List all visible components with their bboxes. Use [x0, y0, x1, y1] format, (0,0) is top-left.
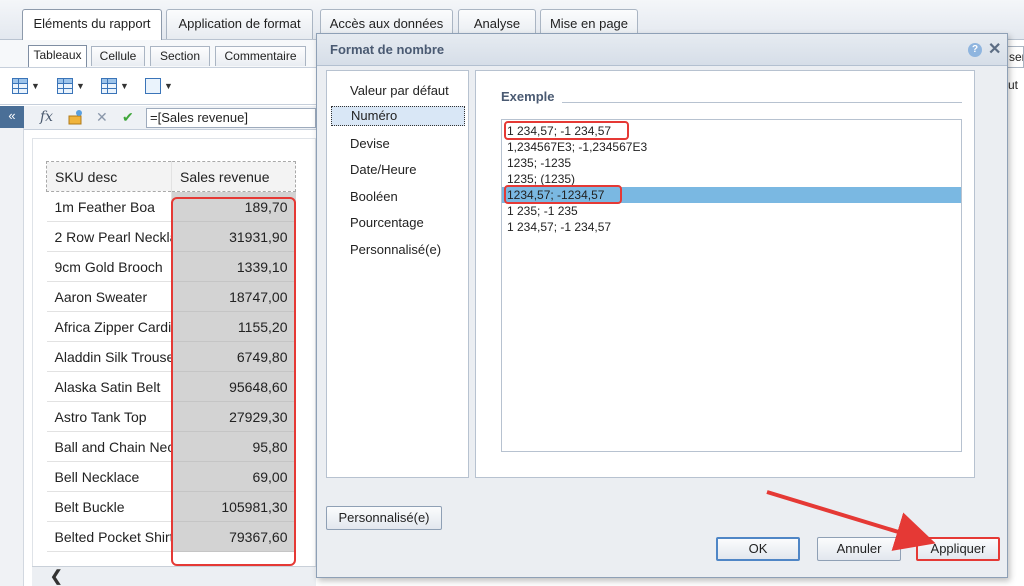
sku-cell[interactable]: Alaska Satin Belt: [46, 371, 172, 402]
table-row: Belted Pocket Shirt 79367,60: [46, 521, 296, 552]
dialog-titlebar[interactable]: Format de nombre ? ✕: [317, 34, 1007, 66]
horizontal-scrollbar[interactable]: ❮: [32, 566, 316, 586]
cancel-button[interactable]: Annuler: [817, 537, 901, 561]
sub-tabbar: Tableaux Cellule Section Commentaire: [0, 40, 316, 67]
revenue-cell[interactable]: 69,00: [171, 461, 296, 492]
column-header-sku[interactable]: SKU desc: [46, 161, 172, 192]
chevron-down-icon: ▼: [120, 81, 129, 91]
subtab-section[interactable]: Section: [150, 46, 210, 66]
table-icon: [12, 78, 28, 94]
custom-format-button[interactable]: Personnalisé(e): [326, 506, 442, 530]
category-boolean[interactable]: Booléen: [350, 189, 398, 204]
report-table: SKU desc Sales revenue 1m Feather Boa 189…: [46, 161, 296, 552]
sku-cell[interactable]: Bell Necklace: [46, 461, 172, 492]
fx-icon[interactable]: fx: [40, 109, 53, 125]
revenue-cell[interactable]: 1339,10: [171, 251, 296, 282]
format-option[interactable]: 1235; -1235: [502, 155, 961, 171]
category-currency[interactable]: Devise: [350, 136, 390, 151]
report-canvas: SKU desc Sales revenue 1m Feather Boa 189…: [32, 138, 316, 568]
form-icon: [145, 78, 161, 94]
table-row: Astro Tank Top 27929,30: [46, 401, 296, 432]
dialog-title: Format de nombre: [330, 42, 445, 57]
table-row: Belt Buckle 105981,30: [46, 491, 296, 522]
format-option[interactable]: 1 234,57; -1 234,57: [502, 219, 961, 235]
category-percentage[interactable]: Pourcentage: [350, 215, 424, 230]
sku-cell[interactable]: Belted Pocket Shirt: [46, 521, 172, 552]
table-toolbar: ▼ ▼ ▼ ▼: [0, 67, 316, 105]
vertical-table-icon: [57, 78, 73, 94]
sku-cell[interactable]: 1m Feather Boa: [46, 191, 172, 222]
table-icon-dropdown[interactable]: ▼: [12, 76, 40, 96]
revenue-cell[interactable]: 1155,20: [171, 311, 296, 342]
left-gutter: [0, 128, 24, 586]
cancel-formula-icon[interactable]: ✕: [96, 109, 108, 126]
tab-report-elements[interactable]: Eléments du rapport: [22, 9, 162, 41]
category-list: Valeur par défaut Numéro Devise Date/Heu…: [326, 70, 469, 478]
sku-cell[interactable]: Africa Zipper Cardigan: [46, 311, 172, 342]
column-header-sales-revenue[interactable]: Sales revenue: [171, 161, 296, 192]
format-option[interactable]: 1,234567E3; -1,234567E3: [502, 139, 961, 155]
revenue-cell[interactable]: 189,70: [171, 191, 296, 222]
subtab-cell[interactable]: Cellule: [91, 46, 145, 66]
chevron-down-icon: ▼: [31, 81, 40, 91]
table-row: 2 Row Pearl Necklace31931,90: [46, 221, 296, 252]
format-option[interactable]: 1 235; -1 235: [502, 203, 961, 219]
sku-cell[interactable]: 2 Row Pearl Necklace: [46, 221, 172, 252]
chevron-down-icon: ▼: [76, 81, 85, 91]
help-icon[interactable]: ?: [968, 43, 982, 57]
sample-divider: [562, 102, 962, 103]
crosstab-icon: [101, 78, 117, 94]
table-row: Aladdin Silk Trousers6749,80: [46, 341, 296, 372]
revenue-cell[interactable]: 31931,90: [171, 221, 296, 252]
chevron-down-icon: ▼: [164, 81, 173, 91]
variable-editor-icon[interactable]: [68, 109, 84, 128]
collapse-panel-button[interactable]: «: [0, 106, 24, 128]
category-number[interactable]: Numéro: [331, 106, 465, 126]
revenue-cell[interactable]: 27929,30: [171, 401, 296, 432]
sample-heading: Exemple: [501, 89, 555, 104]
sku-cell[interactable]: Aladdin Silk Trousers: [46, 341, 172, 372]
category-default[interactable]: Valeur par défaut: [350, 83, 449, 98]
number-format-dialog: Format de nombre ? ✕ Valeur par défaut N…: [316, 33, 1008, 578]
formula-bar: fx ✕ ✔ =[Sales revenue]: [24, 106, 316, 130]
revenue-cell[interactable]: 6749,80: [171, 341, 296, 372]
revenue-cell[interactable]: 95648,60: [171, 371, 296, 402]
table-header-row: SKU desc Sales revenue: [46, 161, 296, 192]
format-option-selected[interactable]: 1234,57; -1234,57: [502, 187, 961, 203]
validate-formula-icon[interactable]: ✔: [122, 109, 134, 126]
sku-cell[interactable]: Astro Tank Top: [46, 401, 172, 432]
format-list[interactable]: 1 234,57; -1 234,57 1,234567E3; -1,23456…: [501, 119, 962, 452]
form-dropdown[interactable]: ▼: [145, 76, 173, 96]
category-custom[interactable]: Personnalisé(e): [350, 242, 441, 257]
tab-formatting[interactable]: Application de format: [166, 9, 313, 39]
apply-button[interactable]: Appliquer: [916, 537, 1000, 561]
sku-cell[interactable]: Belt Buckle: [46, 491, 172, 522]
table-row: 9cm Gold Brooch 1339,10: [46, 251, 296, 282]
subtab-comment[interactable]: Commentaire: [215, 46, 306, 66]
sku-cell[interactable]: Aaron Sweater: [46, 281, 172, 312]
table-row: 1m Feather Boa 189,70: [46, 191, 296, 222]
sku-cell[interactable]: Ball and Chain Necklace: [46, 431, 172, 462]
table-row: Africa Zipper Cardigan1155,20: [46, 311, 296, 342]
table-row: Ball and Chain Necklace95,80: [46, 431, 296, 462]
format-sample-panel: Exemple 1 234,57; -1 234,57 1,234567E3; …: [475, 70, 975, 478]
revenue-cell[interactable]: 18747,00: [171, 281, 296, 312]
format-option[interactable]: 1235; (1235): [502, 171, 961, 187]
table-row: Aaron Sweater 18747,00: [46, 281, 296, 312]
subtab-tables[interactable]: Tableaux: [28, 45, 87, 67]
table-row: Alaska Satin Belt 95648,60: [46, 371, 296, 402]
formula-input[interactable]: =[Sales revenue]: [146, 108, 316, 128]
revenue-cell[interactable]: 95,80: [171, 431, 296, 462]
crosstab-dropdown[interactable]: ▼: [101, 76, 129, 96]
vertical-table-dropdown[interactable]: ▼: [57, 76, 85, 96]
table-row: Bell Necklace 69,00: [46, 461, 296, 492]
close-icon[interactable]: ✕: [988, 39, 1001, 59]
category-date-time[interactable]: Date/Heure: [350, 162, 416, 177]
ok-button[interactable]: OK: [716, 537, 800, 561]
scroll-left-icon[interactable]: ❮: [50, 567, 63, 585]
revenue-cell[interactable]: 79367,60: [171, 521, 296, 552]
sku-cell[interactable]: 9cm Gold Brooch: [46, 251, 172, 282]
format-option[interactable]: 1 234,57; -1 234,57: [502, 123, 961, 139]
revenue-cell[interactable]: 105981,30: [171, 491, 296, 522]
